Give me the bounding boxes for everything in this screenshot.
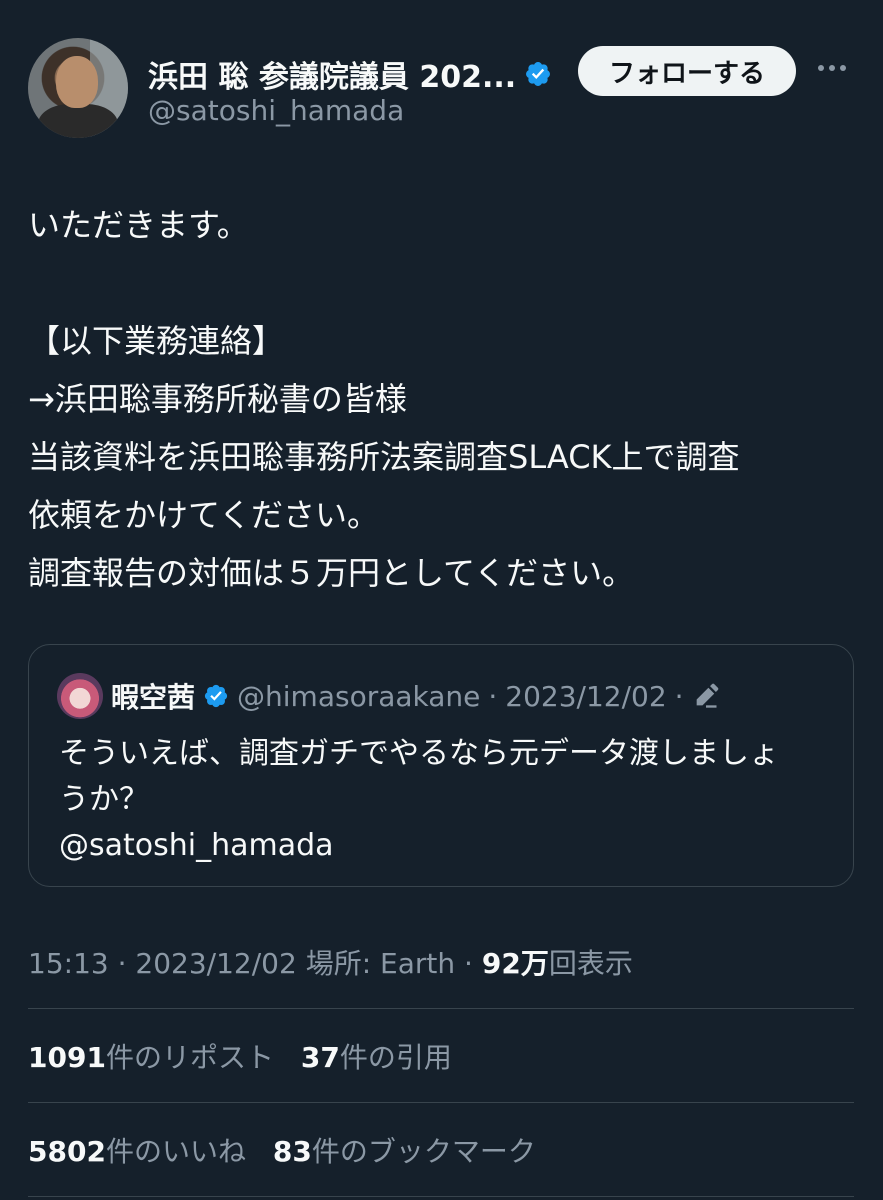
meta-separator: · [674, 679, 684, 713]
meta-separator: · [464, 947, 473, 980]
follow-button[interactable]: フォローする [578, 46, 796, 96]
quoted-tweet-text: そういえば、調査ガチでやるなら元データ渡しましょ うか？ @satoshi_ha… [59, 731, 839, 869]
quotes-label: 件の引用 [339, 1041, 452, 1074]
tweet-header: 浜田 聡 参議院議員 202... @satoshi_hamada フォローする [28, 38, 858, 138]
quotes-stat[interactable]: 37件の引用 [301, 1041, 452, 1074]
quotes-count: 37 [300, 1041, 340, 1074]
quoted-author-avatar [57, 673, 103, 719]
views-count: 92万 [481, 947, 549, 980]
divider [28, 1008, 854, 1009]
tweet-line: 【以下業務連絡】 [28, 322, 285, 360]
meta-separator: · [488, 679, 498, 713]
quoted-author-name: 暇空茜 [111, 681, 196, 714]
meta-separator: · [117, 947, 127, 980]
engagement-stats-row-1: 1091件のリポスト 37件の引用 [28, 1036, 470, 1076]
quoted-tweet-header: 暇空茜 @himasoraakane · 2023/12/02 · [57, 673, 720, 719]
reposts-count: 1091 [28, 1041, 106, 1074]
edited-pencil-icon [696, 683, 718, 708]
quoted-mention[interactable]: @satoshi_hamada [59, 823, 839, 869]
engagement-stats-row-2: 5802件のいいね 83件のブックマーク [28, 1130, 554, 1170]
verified-badge-icon [526, 62, 551, 86]
bookmarks-stat[interactable]: 83件のブックマーク [273, 1135, 536, 1168]
author-handle[interactable]: @satoshi_hamada [148, 94, 404, 127]
divider [28, 1102, 854, 1103]
quoted-line: うか？ [59, 782, 149, 817]
tweet-line: 依頼をかけてください。 [28, 496, 380, 534]
tweet-meta: 15:13 · 2023/12/02 場所: Earth · 92万回表示 [28, 942, 633, 982]
likes-stat[interactable]: 5802件のいいね [28, 1135, 246, 1168]
likes-count: 5802 [28, 1135, 106, 1168]
divider [28, 1196, 854, 1197]
author-name-row: 浜田 聡 参議院議員 202... [148, 52, 552, 96]
reposts-label: 件のリポスト [105, 1041, 274, 1074]
tweet-time[interactable]: 15:13 [28, 947, 109, 980]
quoted-tweet[interactable]: 暇空茜 @himasoraakane · 2023/12/02 · そういえば、… [28, 644, 854, 887]
tweet-line: 調査報告の対価は５万円としてください。 [28, 554, 635, 592]
views-label: 回表示 [548, 947, 633, 980]
tweet-text: いただきます。 【以下業務連絡】 →浜田聡事務所秘書の皆様 当該資料を浜田聡事務… [28, 196, 858, 602]
tweet-line: 当該資料を浜田聡事務所法案調査SLACK上で調査 [28, 438, 740, 476]
author-avatar[interactable] [28, 38, 128, 138]
tweet-line [28, 254, 858, 312]
verified-badge-icon [204, 684, 228, 708]
quoted-line: そういえば、調査ガチでやるなら元データ渡しましょ [59, 736, 779, 771]
reposts-stat[interactable]: 1091件のリポスト [28, 1041, 274, 1074]
quoted-tweet-date: 2023/12/02 [505, 679, 667, 713]
tweet-location: 場所: Earth [305, 947, 456, 980]
tweet-line: →浜田聡事務所秘書の皆様 [28, 380, 407, 418]
quoted-author-handle: @himasoraakane [237, 679, 481, 713]
likes-label: 件のいいね [105, 1135, 246, 1168]
author-name[interactable]: 浜田 聡 参議院議員 202... [148, 52, 516, 96]
more-options-icon[interactable] [818, 58, 854, 78]
bookmarks-label: 件のブックマーク [311, 1135, 536, 1168]
bookmarks-count: 83 [272, 1135, 312, 1168]
tweet-line: いただきます。 [28, 206, 249, 244]
tweet-date[interactable]: 2023/12/02 [135, 947, 296, 980]
